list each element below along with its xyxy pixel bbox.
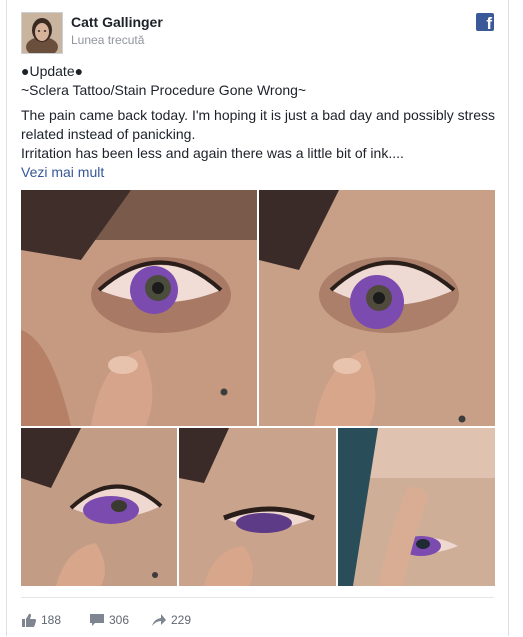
likes-count: 188 [41,613,62,627]
share-icon [152,614,166,626]
eye-photo-3[interactable] [21,428,177,586]
post-line: Irritation has been less and again there… [21,145,404,161]
post-text: ●Update● ~Sclera Tattoo/Stain Procedure … [21,62,499,182]
post-card: Catt Gallinger Lunea trecută f ●Update● … [6,0,509,636]
post-footer: 188 306 229 [21,597,494,637]
eye-photo-5[interactable] [338,428,495,586]
post-line: The pain came back today. I'm hoping it … [21,107,495,142]
author-name[interactable]: Catt Gallinger [71,14,163,30]
post-line: ●Update● [21,63,84,79]
see-more-link[interactable]: Vezi mai mult [21,163,499,182]
eye-photo-4[interactable] [179,428,336,586]
comment-icon [90,614,104,626]
shares-count: 229 [171,613,192,627]
comments-count: 306 [109,613,130,627]
post-header: Catt Gallinger Lunea trecută f [21,12,494,54]
eye-photo-1[interactable] [21,190,257,426]
post-timestamp[interactable]: Lunea trecută [71,33,144,47]
shares-stat[interactable]: 229 [151,612,191,628]
photo-grid [21,190,495,586]
likes-stat[interactable]: 188 [21,612,61,628]
eye-photo-2[interactable] [259,190,495,426]
avatar[interactable] [21,12,63,54]
facebook-icon[interactable]: f [476,13,494,31]
post-line: ~Sclera Tattoo/Stain Procedure Gone Wron… [21,82,307,98]
comments-stat[interactable]: 306 [89,612,129,628]
like-icon [22,613,37,627]
